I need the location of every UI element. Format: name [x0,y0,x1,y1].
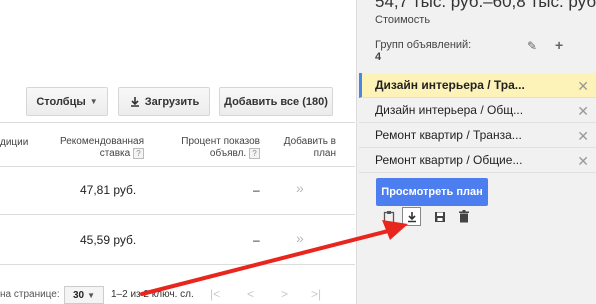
pagination-range: 1–2 из 2 ключ. сл. [111,289,194,300]
save-icon[interactable] [430,207,449,226]
download-icon [130,96,139,107]
header-add-to-plan: Добавить в план [283,136,336,159]
columns-button-label: Столбцы [36,95,86,108]
impression-share-cell: – [253,183,260,197]
per-page-value: 30 [72,289,85,301]
header-impression-share[interactable]: Процент показов объявл. ? [160,136,260,160]
row-divider [0,214,355,215]
per-page-label: на странице: [0,289,60,300]
ad-group-name: Ремонт квартир / Общие... [375,153,523,167]
list-item[interactable]: Ремонт квартир / Общие... ✕ [359,148,596,173]
help-icon[interactable]: ? [133,148,144,159]
add-to-plan-icon[interactable]: » [296,180,304,196]
trash-icon[interactable] [454,207,473,226]
download-icon[interactable] [402,207,421,226]
upload-button[interactable]: Загрузить [118,87,210,116]
ad-group-name: Дизайн интерьера / Общ... [375,103,524,117]
ad-group-name: Дизайн интерьера / Тра... [375,78,525,92]
impression-share-cell: – [253,233,260,247]
last-page-button[interactable]: >| [311,287,321,301]
table-bottom-border [0,264,355,265]
help-icon[interactable]: ? [249,148,260,159]
plan-panel: 54,7 тыс. руб.–60,8 тыс. руб. Стоимость … [356,0,596,304]
add-all-button[interactable]: Добавить все (180) [219,87,333,116]
per-page-select[interactable]: 30 ▼ [64,286,104,304]
plus-icon[interactable]: + [555,37,563,53]
cost-range: 54,7 тыс. руб.–60,8 тыс. руб. [375,0,596,11]
list-item[interactable]: Ремонт квартир / Транза... ✕ [359,123,596,148]
edit-pencil-icon[interactable]: ✎ [527,39,537,53]
list-item[interactable]: Дизайн интерьера / Общ... ✕ [359,98,596,123]
cost-label: Стоимость [375,14,431,26]
add-all-button-label: Добавить все (180) [224,95,328,108]
upload-button-label: Загрузить [144,95,200,108]
clipboard-icon[interactable] [379,207,398,226]
table-top-border [0,122,355,123]
close-icon[interactable]: ✕ [577,103,589,120]
close-icon[interactable]: ✕ [577,78,589,95]
first-page-button[interactable]: |< [210,287,220,301]
recommended-bid-cell: 45,59 руб. [80,233,137,247]
close-icon[interactable]: ✕ [577,128,589,145]
groups-count: 4 [375,51,382,63]
columns-button[interactable]: Столбцы ▼ [26,87,108,116]
add-to-plan-icon[interactable]: » [296,230,304,246]
ad-group-list: Дизайн интерьера / Тра... ✕ Дизайн интер… [359,73,596,173]
ad-group-name: Ремонт квартир / Транза... [375,128,522,142]
next-page-button[interactable]: > [281,287,288,301]
header-recommended-bid[interactable]: Рекомендованная ставка ? [40,136,144,160]
header-recommended-bid-label: Рекомендованная ставка [60,136,144,160]
list-item[interactable]: Дизайн интерьера / Тра... ✕ [359,73,596,98]
recommended-bid-cell: 47,81 руб. [80,183,137,197]
prev-page-button[interactable]: < [247,287,254,301]
header-partial-column: диции [0,137,29,148]
groups-label: Групп объявлений: [375,39,472,51]
close-icon[interactable]: ✕ [577,153,589,170]
chevron-down-icon: ▼ [87,290,96,300]
chevron-down-icon: ▼ [89,97,98,106]
header-divider [0,166,355,167]
review-plan-button[interactable]: Просмотреть план [376,178,488,206]
